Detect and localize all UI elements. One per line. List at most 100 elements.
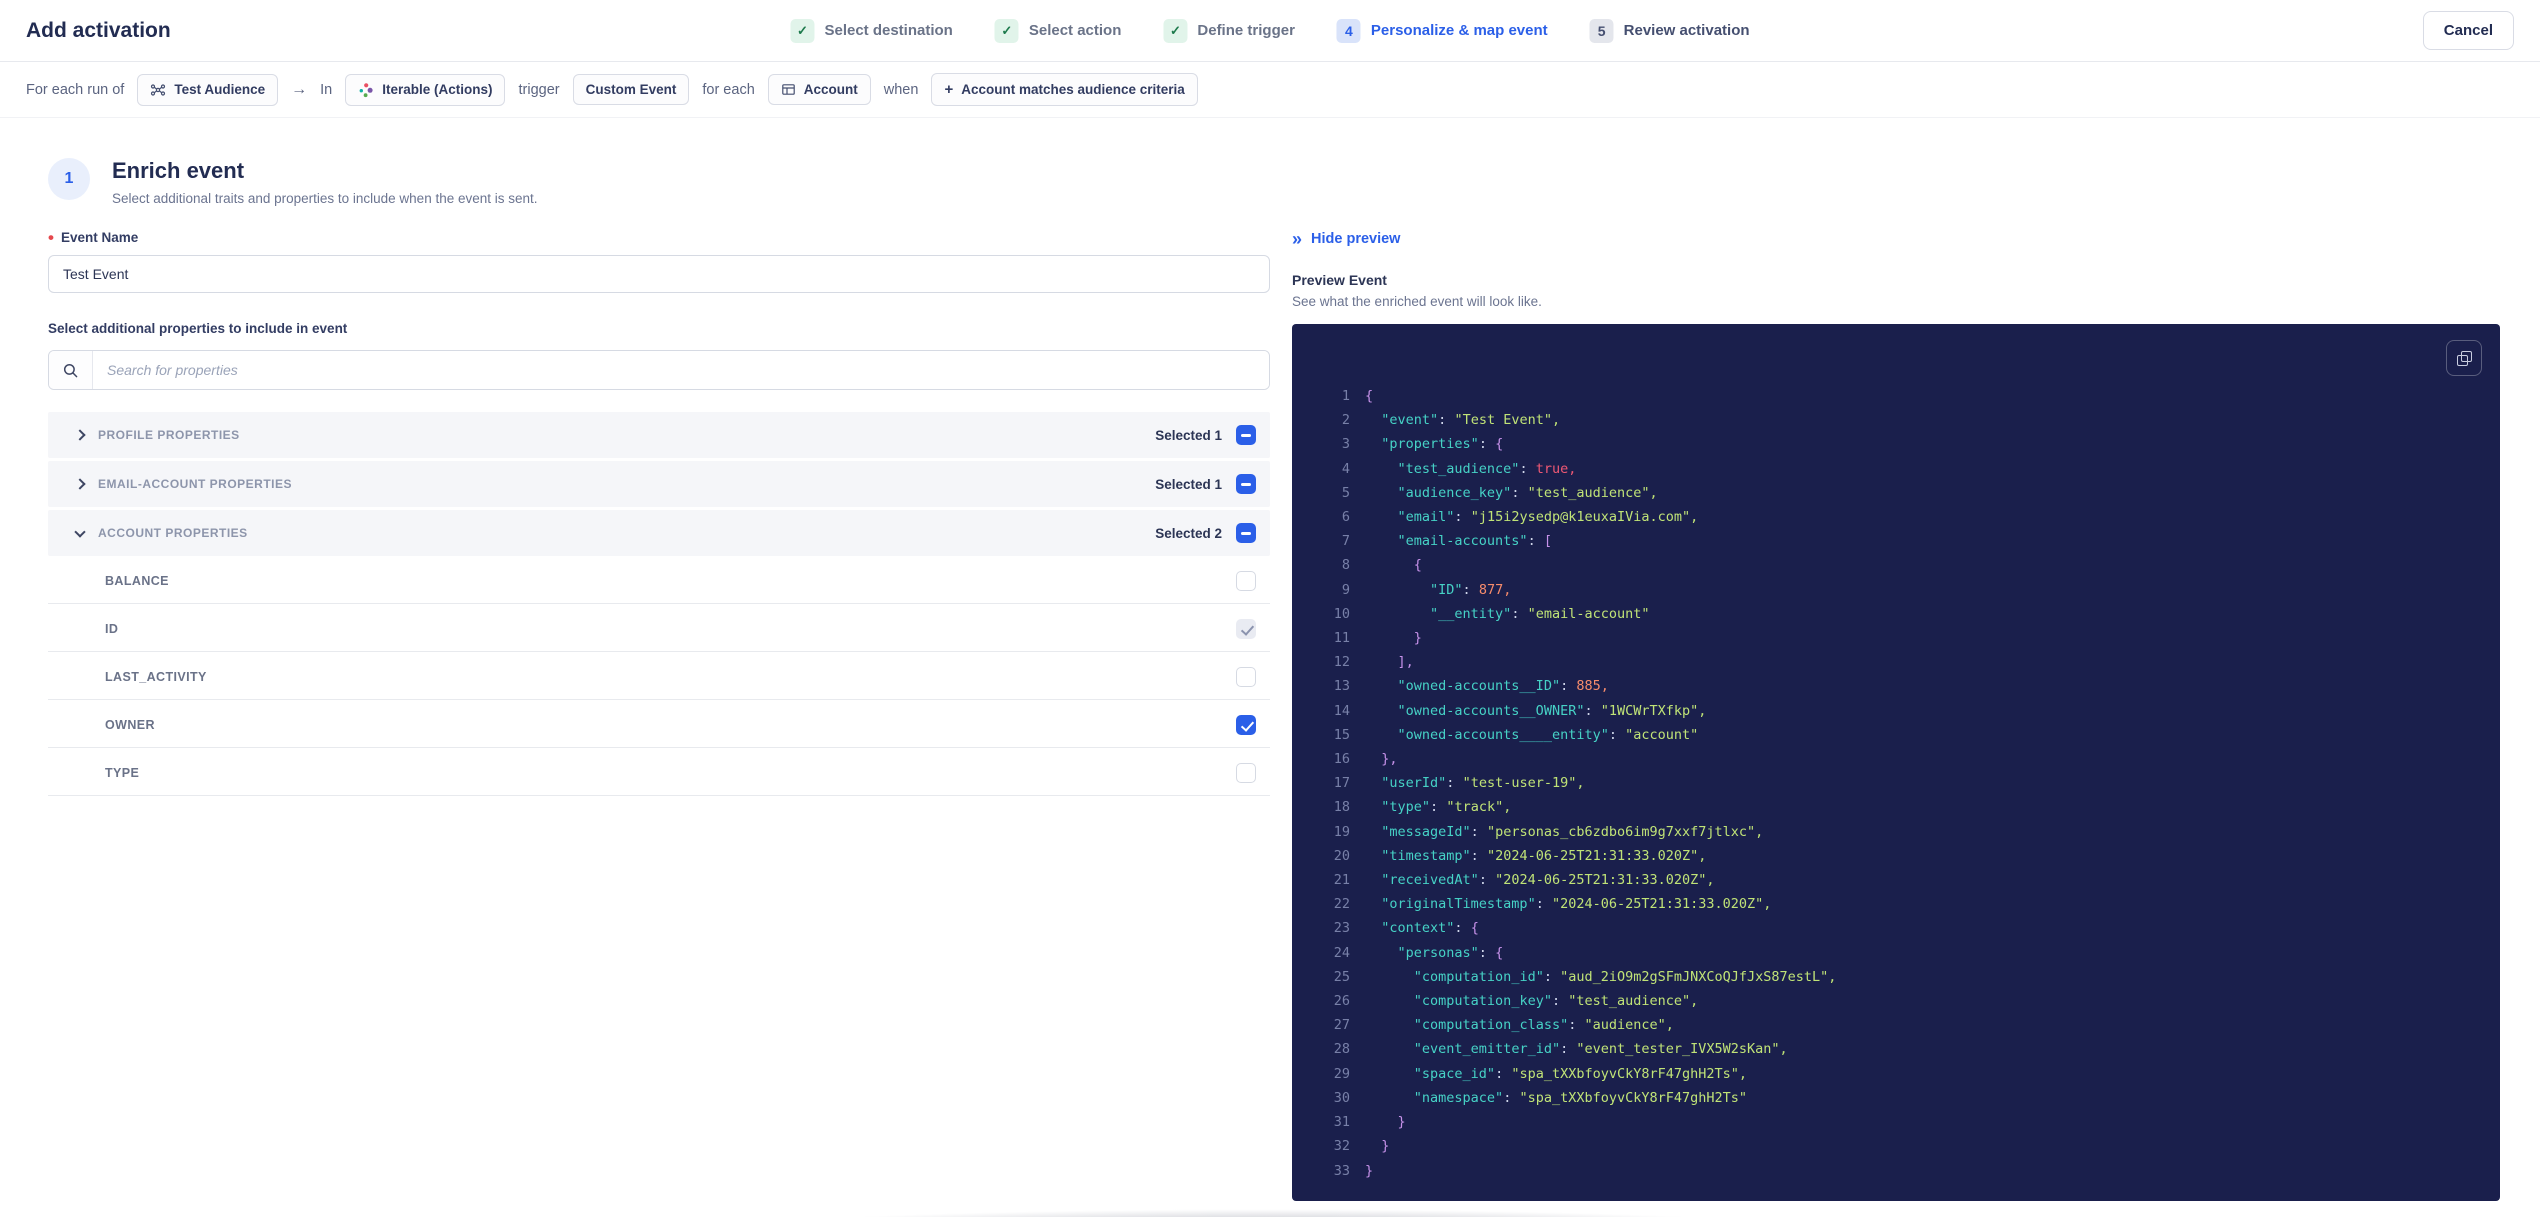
in-label: In <box>320 81 333 98</box>
line-number: 13 <box>1333 678 1350 695</box>
property-search-input[interactable] <box>93 351 1269 389</box>
code-line: 24 "personas": { <box>1320 941 2480 965</box>
indeterminate-checkbox[interactable] <box>1236 474 1256 494</box>
line-number: 1 <box>1341 388 1350 404</box>
code-line: 19 "messageId": "personas_cb6zdbo6im9g7x… <box>1320 820 2480 844</box>
account-properties-list: BALANCE ID LAST_ACTIVITY OWNER TYPE <box>48 559 1270 796</box>
when-label: when <box>883 81 919 98</box>
destination-chip[interactable]: Iterable (Actions) <box>345 73 506 106</box>
line-number: 5 <box>1341 484 1350 501</box>
group-profile-properties[interactable]: PROFILE PROPERTIES Selected 1 <box>48 412 1270 458</box>
code-line: 1{ <box>1320 384 2480 408</box>
preview-subtitle: See what the enriched event will look li… <box>1292 294 1542 309</box>
property-groups: PROFILE PROPERTIES Selected 1 EMAIL-ACCOUN… <box>48 412 1270 796</box>
step-label: Personalize & map event <box>1370 22 1548 39</box>
line-number: 16 <box>1333 751 1350 768</box>
property-row-balance: BALANCE <box>48 559 1270 604</box>
code-line: 28 "event_emitter_id": "event_tester_IVX… <box>1320 1037 2480 1061</box>
step-personalize-map-event[interactable]: 4 Personalize & map event <box>1336 18 1548 43</box>
chevron-right-icon <box>74 431 98 439</box>
iterable-logo-icon <box>358 82 374 98</box>
page-title: Add activation <box>26 18 171 42</box>
line-number: 22 <box>1333 896 1350 913</box>
indeterminate-checkbox[interactable] <box>1236 425 1256 445</box>
line-number: 30 <box>1333 1089 1350 1106</box>
entity-chip-label: Account <box>803 82 858 97</box>
line-number: 32 <box>1333 1138 1350 1155</box>
checkbox-unchecked[interactable] <box>1236 763 1256 783</box>
enrich-event-section: 1 Enrich event Select additional traits … <box>48 154 1270 1201</box>
code-line: 21 "receivedAt": "2024-06-25T21:31:33.02… <box>1320 868 2480 892</box>
checkbox-unchecked[interactable] <box>1236 571 1256 591</box>
step-review-activation[interactable]: 5 Review activation <box>1589 18 1750 43</box>
step-define-trigger[interactable]: ✓ Define trigger <box>1163 18 1295 43</box>
code-line: 33} <box>1320 1159 2480 1183</box>
group-email-account-properties[interactable]: EMAIL-ACCOUNT PROPERTIES Selected 1 <box>48 461 1270 507</box>
group-label: ACCOUNT PROPERTIES <box>98 526 248 540</box>
chevron-down-icon <box>74 531 98 536</box>
copy-button[interactable] <box>2446 340 2482 376</box>
line-number: 6 <box>1341 509 1350 526</box>
cancel-button[interactable]: Cancel <box>2422 11 2514 50</box>
group-account-properties[interactable]: ACCOUNT PROPERTIES Selected 2 <box>48 510 1270 556</box>
code-line: 11 } <box>1320 626 2480 650</box>
line-number: 11 <box>1333 630 1350 647</box>
code-line: 25 "computation_id": "aud_2iO9m2gSFmJNXC… <box>1320 965 2480 989</box>
line-number: 17 <box>1333 775 1350 792</box>
search-icon <box>49 351 93 389</box>
code-line: 23 "context": { <box>1320 916 2480 940</box>
audience-chip[interactable]: Test Audience <box>137 73 279 106</box>
step-select-action[interactable]: ✓ Select action <box>994 18 1121 43</box>
event-name-input[interactable] <box>48 255 1270 293</box>
hide-preview-link[interactable]: » Hide preview <box>1292 230 1400 248</box>
line-number: 3 <box>1341 436 1350 453</box>
checkbox-checked-disabled[interactable] <box>1236 619 1256 639</box>
code-line: 10 "__entity": "email-account" <box>1320 602 2480 626</box>
code-line: 15 "owned-accounts____entity": "account" <box>1320 723 2480 747</box>
property-label: ID <box>105 622 119 636</box>
step-label: Review activation <box>1623 22 1750 39</box>
property-row-type: TYPE <box>48 751 1270 796</box>
code-line: 13 "owned-accounts__ID": 885, <box>1320 674 2480 698</box>
line-number: 15 <box>1333 726 1350 743</box>
entity-chip[interactable]: Account <box>767 74 871 105</box>
table-grid-icon <box>781 82 796 97</box>
checkbox-unchecked[interactable] <box>1236 667 1256 687</box>
double-chevron-right-icon: » <box>1292 229 1303 249</box>
code-line: 22 "originalTimestamp": "2024-06-25T21:3… <box>1320 892 2480 916</box>
group-label: EMAIL-ACCOUNT PROPERTIES <box>98 477 293 491</box>
add-activation-page: Add activation ✓ Select destination ✓ Selec… <box>0 0 2540 1217</box>
enrich-step-header: 1 Enrich event Select additional traits … <box>48 154 1270 206</box>
criteria-chip[interactable]: + Account matches audience criteria <box>931 73 1198 106</box>
indeterminate-checkbox[interactable] <box>1236 523 1256 543</box>
plus-icon: + <box>944 81 954 98</box>
trigger-chip[interactable]: Custom Event <box>572 74 690 105</box>
destination-chip-label: Iterable (Actions) <box>382 82 493 97</box>
code-line: 26 "computation_key": "test_audience", <box>1320 989 2480 1013</box>
enrich-event-title: Enrich event <box>112 158 245 183</box>
network-nodes-icon <box>150 82 166 98</box>
selected-count: Selected 2 <box>1155 525 1222 541</box>
line-number: 31 <box>1333 1114 1350 1131</box>
event-name-label: • Event Name <box>48 227 139 247</box>
code-line: 29 "space_id": "spa_tXXbfoyvCkY8rF47ghH2… <box>1320 1062 2480 1086</box>
line-number: 18 <box>1333 799 1350 816</box>
step-label: Define trigger <box>1197 22 1295 39</box>
trigger-chip-label: Custom Event <box>585 82 677 97</box>
property-label: TYPE <box>105 766 140 780</box>
checkbox-checked[interactable] <box>1236 715 1256 735</box>
line-number: 25 <box>1333 968 1350 985</box>
main-content: 1 Enrich event Select additional traits … <box>0 118 2540 1201</box>
line-number: 23 <box>1333 920 1350 937</box>
property-label: OWNER <box>105 718 155 732</box>
property-row-last-activity: LAST_ACTIVITY <box>48 655 1270 700</box>
code-line: 4 "test_audience": true, <box>1320 457 2480 481</box>
code-line: 6 "email": "j15i2ysedp@k1euxaIVia.com", <box>1320 505 2480 529</box>
line-number: 12 <box>1333 654 1350 671</box>
step-select-destination[interactable]: ✓ Select destination <box>790 18 953 43</box>
code-line: 9 "ID": 877, <box>1320 578 2480 602</box>
code-line: 32 } <box>1320 1134 2480 1158</box>
line-number: 10 <box>1333 605 1350 622</box>
context-prefix-label: For each run of <box>26 81 125 98</box>
code-line: 7 "email-accounts": [ <box>1320 529 2480 553</box>
